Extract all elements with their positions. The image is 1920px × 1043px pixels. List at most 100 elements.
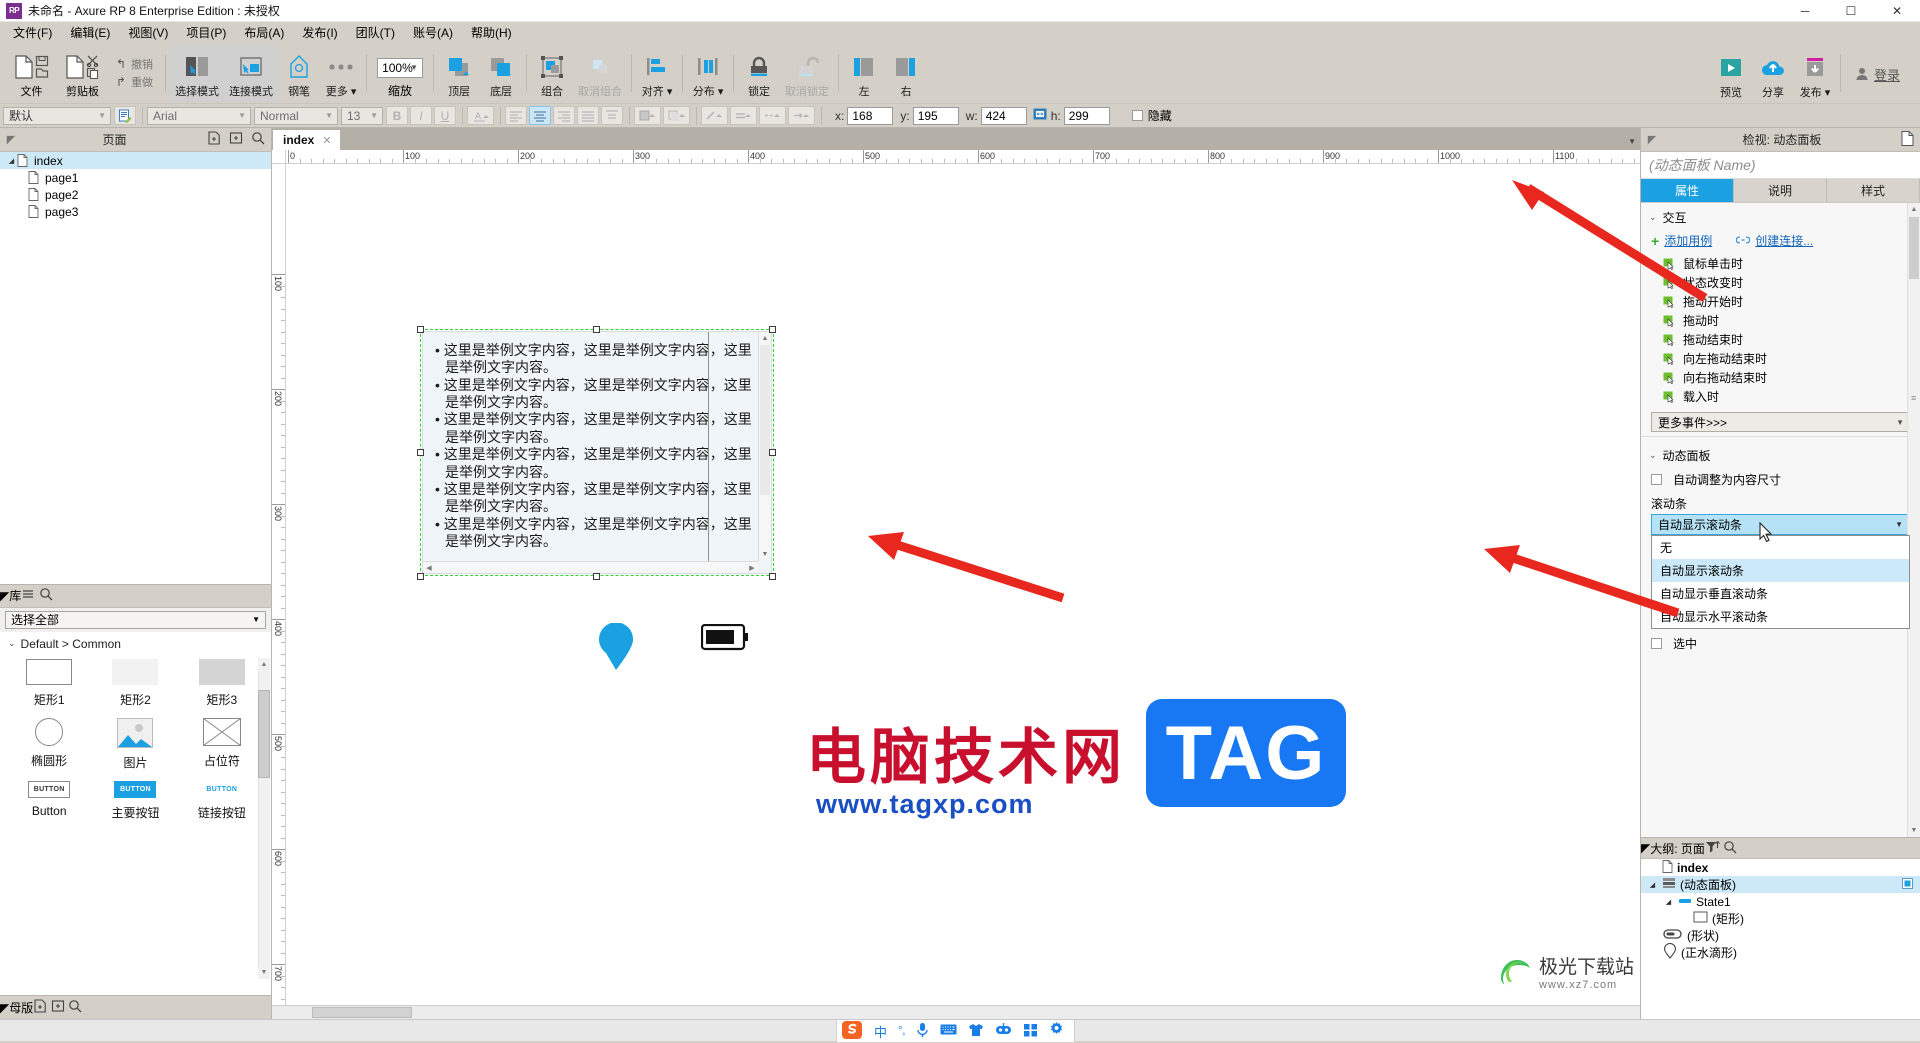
library-item-rect1[interactable]: 矩形1 xyxy=(6,659,92,708)
shadow-button[interactable] xyxy=(663,106,690,125)
tab-index[interactable]: index ✕ xyxy=(272,129,341,150)
library-item-button[interactable]: BUTTON Button xyxy=(6,781,92,821)
more-tools-button[interactable]: 更多 ▾ xyxy=(320,44,362,102)
library-filter-select[interactable]: 选择全部 ▼ xyxy=(5,611,266,629)
underline-button[interactable]: U xyxy=(434,106,456,125)
scroll-up-icon[interactable]: ▲ xyxy=(1908,203,1920,216)
mic-icon[interactable] xyxy=(916,1022,929,1041)
redo-button[interactable]: ↱ 重做 xyxy=(114,73,155,91)
zoom-combobox[interactable]: 100% ▼ xyxy=(377,58,423,78)
collapse-icon[interactable]: ◤ xyxy=(0,133,22,146)
autofit-checkbox[interactable] xyxy=(1651,474,1662,485)
menu-icon[interactable] xyxy=(21,590,38,604)
group-button[interactable]: 组合 xyxy=(531,44,573,102)
y-input[interactable]: 195 xyxy=(913,107,959,125)
select-mode-button[interactable]: 选择模式 xyxy=(170,44,224,102)
tab-style[interactable]: 样式 xyxy=(1827,179,1920,202)
menu-account[interactable]: 账号(A) xyxy=(404,22,462,43)
tab-notes[interactable]: 说明 xyxy=(1734,179,1827,202)
italic-button[interactable]: I xyxy=(410,106,432,125)
droplet-widget[interactable] xyxy=(597,623,635,674)
library-item-placeholder[interactable]: 占位符 xyxy=(179,718,265,771)
resize-handle-w[interactable] xyxy=(417,449,424,456)
shirt-icon[interactable] xyxy=(968,1023,984,1040)
resize-handle-n[interactable] xyxy=(593,326,600,333)
connect-mode-button[interactable]: 连接模式 xyxy=(224,44,278,102)
search-icon[interactable] xyxy=(68,1002,82,1016)
ime-mode-icon[interactable]: 中 xyxy=(874,1022,887,1041)
expand-toggle-icon[interactable]: ◢ xyxy=(1647,881,1658,889)
font-weight-select[interactable]: Normal ▼ xyxy=(254,107,338,125)
h-input[interactable]: 299 xyxy=(1064,107,1110,125)
expand-toggle-icon[interactable]: ◢ xyxy=(6,157,17,165)
scroll-down-icon[interactable]: ▼ xyxy=(1908,824,1920,837)
event-row[interactable]: 鼠标单击时 xyxy=(1641,254,1920,273)
clipboard-button[interactable]: 剪贴板 xyxy=(57,44,108,102)
fill-color-button[interactable] xyxy=(634,106,661,125)
resize-handle-e[interactable] xyxy=(769,449,776,456)
align-right-button[interactable]: 右 xyxy=(885,44,927,102)
align-right-text-button[interactable] xyxy=(553,106,575,125)
dropdown-option-auto[interactable]: 自动显示滚动条 xyxy=(1652,559,1909,582)
send-to-back-button[interactable]: 底层 xyxy=(480,44,522,102)
library-item-link-button[interactable]: BUTTON 链接按钮 xyxy=(179,781,265,821)
menu-file[interactable]: 文件(F) xyxy=(4,22,61,43)
outline-row-index[interactable]: index xyxy=(1641,859,1920,876)
line-width-button[interactable] xyxy=(730,106,757,125)
style-editor-button[interactable] xyxy=(114,106,136,125)
scroll-down-icon[interactable]: ▼ xyxy=(258,966,270,979)
undo-button[interactable]: ↰ 撤销 xyxy=(114,55,155,73)
outline-row-rect[interactable]: (矩形) xyxy=(1641,910,1920,927)
line-style-button[interactable] xyxy=(759,106,786,125)
collapse-icon[interactable]: ◤ xyxy=(1641,841,1650,855)
add-master-icon[interactable] xyxy=(33,1002,50,1016)
line-color-button[interactable] xyxy=(701,106,728,125)
hidden-checkbox[interactable] xyxy=(1132,110,1143,121)
create-link-link[interactable]: 创建连接... xyxy=(1755,232,1813,249)
resize-handle-ne[interactable] xyxy=(769,326,776,333)
x-input[interactable]: 168 xyxy=(847,107,893,125)
library-item-primary-button[interactable]: BUTTON 主要按钮 xyxy=(92,781,178,821)
resize-handle-nw[interactable] xyxy=(417,326,424,333)
ime-punctuation-icon[interactable]: °, xyxy=(898,1025,905,1037)
dynamic-panel-section-header[interactable]: ⌄ 动态面板 xyxy=(1641,441,1920,468)
file-button[interactable]: 文件 xyxy=(6,44,57,102)
page-icon[interactable] xyxy=(1901,131,1914,149)
page-row-page1[interactable]: page1 xyxy=(0,169,271,186)
event-row[interactable]: 向右拖动结束时 xyxy=(1641,368,1920,387)
collapse-icon[interactable]: ◤ xyxy=(1641,133,1663,146)
ungroup-button[interactable]: 取消组合 xyxy=(573,44,627,102)
preview-button[interactable]: 预览 xyxy=(1710,45,1752,103)
design-canvas[interactable]: • 这里是举例文字内容，这里是举例文字内容，这里是举例文字内容。 • 这里是举例… xyxy=(286,164,1640,1005)
align-center-text-button[interactable] xyxy=(529,106,551,125)
menu-help[interactable]: 帮助(H) xyxy=(462,22,521,43)
bring-to-front-button[interactable]: 顶层 xyxy=(438,44,480,102)
dropdown-option-auto-vertical[interactable]: 自动显示垂直滚动条 xyxy=(1652,582,1909,605)
outline-row-state1[interactable]: ◢ State1 xyxy=(1641,893,1920,910)
event-row[interactable]: 拖动时 xyxy=(1641,311,1920,330)
text-color-button[interactable]: A xyxy=(467,106,494,125)
scroll-up-icon[interactable]: ▲ xyxy=(258,658,270,671)
align-left-text-button[interactable] xyxy=(505,106,527,125)
gear-icon[interactable] xyxy=(1049,1022,1064,1040)
resize-handle-s[interactable] xyxy=(593,573,600,580)
unlock-button[interactable]: 取消锁定 xyxy=(780,44,834,102)
maximize-button[interactable]: ☐ xyxy=(1828,0,1874,22)
font-family-select[interactable]: Arial ▼ xyxy=(147,107,251,125)
align-button[interactable]: 对齐 ▾ xyxy=(636,44,678,102)
widget-name-input[interactable]: (动态面板 Name) xyxy=(1641,152,1920,179)
sogou-logo-icon[interactable] xyxy=(841,1020,863,1043)
resize-handle-sw[interactable] xyxy=(417,573,424,580)
add-page-icon[interactable] xyxy=(207,131,221,148)
event-row[interactable]: 拖动结束时 xyxy=(1641,330,1920,349)
pen-tool-button[interactable]: 钢笔 xyxy=(278,44,320,102)
autofit-row[interactable]: 自动调整为内容尺寸 xyxy=(1641,468,1920,491)
add-folder-icon[interactable] xyxy=(229,131,243,148)
robot-icon[interactable] xyxy=(995,1023,1012,1039)
interaction-section-header[interactable]: ⌄ 交互 xyxy=(1641,203,1920,230)
close-button[interactable]: ✕ xyxy=(1874,0,1920,22)
tab-properties[interactable]: 属性 xyxy=(1641,179,1734,202)
scrollbar-select[interactable]: 自动显示滚动条 ▼ xyxy=(1651,514,1910,535)
align-justify-text-button[interactable] xyxy=(577,106,599,125)
event-row[interactable]: 状态改变时 xyxy=(1641,273,1920,292)
